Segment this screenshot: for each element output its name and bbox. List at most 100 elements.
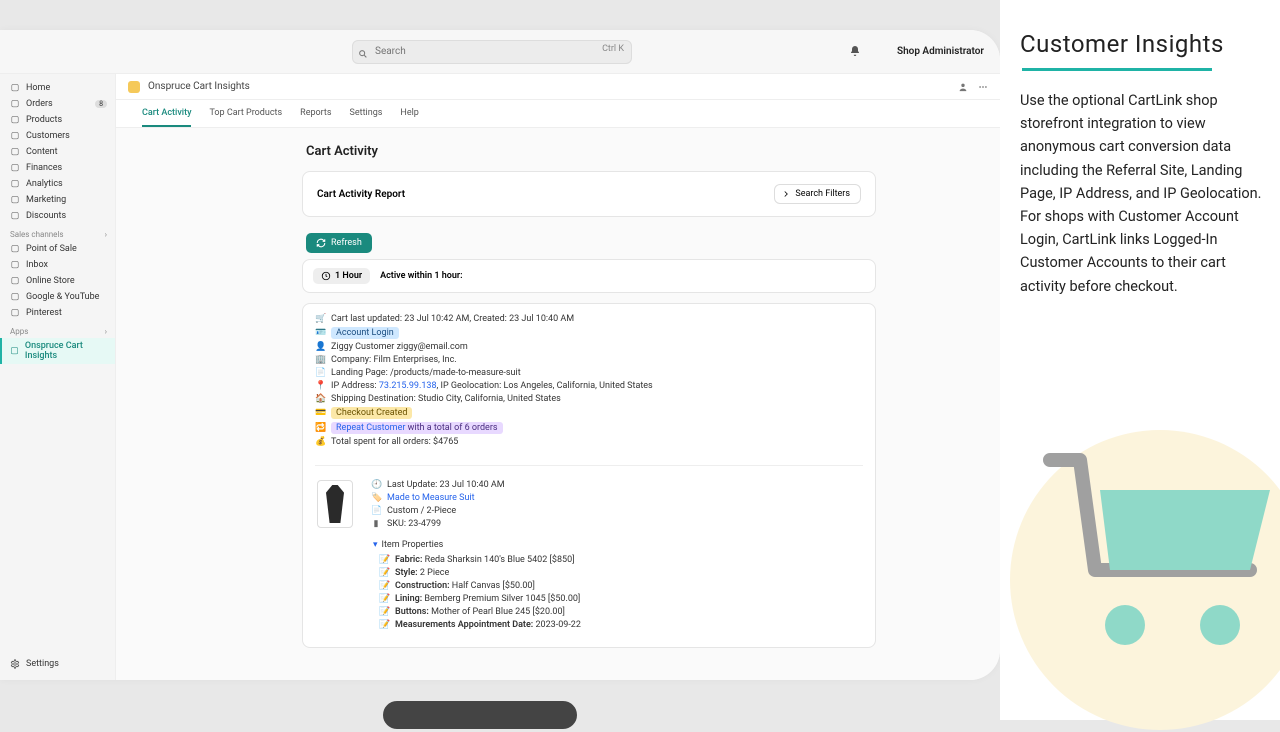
sidebar-item-label: Point of Sale	[26, 244, 77, 254]
pin-icon: 📍	[315, 381, 325, 391]
sidebar-item-label: Home	[26, 83, 50, 93]
item-properties: ▾ Item Properties 📝Fabric: Reda Sharksin…	[315, 540, 863, 630]
sidebar-item-label: Google & YouTube	[26, 292, 99, 302]
sidebar-item-content[interactable]: ▢ Content	[0, 144, 115, 160]
timeframe-pill[interactable]: 1 Hour	[313, 268, 370, 284]
sidebar-item-orders[interactable]: ▢Orders8	[0, 96, 115, 112]
sidebar-item-pinterest[interactable]: ▢ Pinterest	[0, 305, 115, 321]
more-icon[interactable]	[978, 77, 988, 96]
meta-company: 🏢Company: Film Enterprises, Inc.	[315, 355, 863, 365]
cart-icon: 🛒	[315, 314, 325, 324]
sidebar-item-label: Marketing	[26, 195, 66, 205]
sidebar-item-label: Onspruce Cart Insights	[25, 341, 107, 361]
meta-landing: 📄Landing Page: /products/made-to-measure…	[315, 368, 863, 378]
sidebar-channels-label: Sales channels›	[0, 224, 115, 241]
repeat-customer-link[interactable]: Repeat Customer	[336, 423, 405, 433]
sidebar-item-analytics[interactable]: ▢Analytics	[0, 176, 115, 192]
item-sku: ▮SKU: 23-4799	[371, 519, 505, 529]
note-icon: 📝	[379, 555, 389, 565]
item-link[interactable]: Made to Measure Suit	[387, 493, 475, 503]
building-icon: 🏢	[315, 355, 325, 365]
suit-icon	[326, 485, 344, 523]
sidebar-item-google-youtube[interactable]: ▢Google & YouTube	[0, 289, 115, 305]
property-row: 📝Lining: Bemberg Premium Silver 1045 [$5…	[379, 594, 863, 604]
item-box: 🕘Last Update: 23 Jul 10:40 AM 🏷️Made to …	[315, 465, 863, 532]
cart-detail-card: 🛒Cart last updated: 23 Jul 10:42 AM, Cre…	[302, 303, 876, 648]
meta-shipping: 🏠Shipping Destination: Studio City, Cali…	[315, 394, 863, 404]
tab-cart-activity[interactable]: Cart Activity	[142, 100, 191, 127]
sidebar-item-home[interactable]: ▢ Home	[0, 80, 115, 96]
sidebar-settings-label: Settings	[26, 659, 59, 669]
content-icon: ▢	[10, 147, 20, 157]
cart-illustration	[1010, 420, 1280, 700]
item-name: 🏷️Made to Measure Suit	[371, 493, 505, 503]
sidebar-item-discounts[interactable]: ▢Discounts	[0, 208, 115, 224]
home-icon: 🏠	[315, 394, 325, 404]
chevron-down-icon: ▾	[373, 540, 378, 550]
main-area: Onspruce Cart Insights Cart Activity Top …	[116, 74, 1000, 680]
sidebar-item-onspruce-cart-insights[interactable]: ▢Onspruce Cart Insights	[0, 338, 115, 364]
badge: 8	[95, 100, 107, 108]
pinterest-icon: ▢	[10, 308, 20, 318]
device-notch	[380, 698, 580, 732]
pos-icon: ▢	[10, 244, 20, 254]
tab-settings[interactable]: Settings	[350, 100, 383, 127]
search-wrap: Ctrl K	[352, 39, 632, 64]
ip-link[interactable]: 73.215.99.138	[379, 381, 437, 391]
meta-cart-updated: 🛒Cart last updated: 23 Jul 10:42 AM, Cre…	[315, 314, 863, 324]
refresh-row: Refresh	[302, 227, 876, 259]
marketing-icon: ▢	[10, 195, 20, 205]
tab-top-cart-products[interactable]: Top Cart Products	[209, 100, 282, 127]
search-filters-label: Search Filters	[795, 189, 850, 199]
app-frame: Ctrl K Shop Administrator ▢Home▢Orders8▢…	[0, 30, 1000, 680]
refresh-button[interactable]: Refresh	[306, 233, 372, 253]
sidebar-item-label: Discounts	[26, 211, 66, 221]
promo-body: Use the optional CartLink shop storefron…	[1020, 89, 1262, 298]
property-row: 📝Measurements Appointment Date: 2023-09-…	[379, 620, 863, 630]
report-title: Cart Activity Report	[317, 189, 405, 200]
sidebar-item-label: Products	[26, 115, 62, 125]
notifications-icon[interactable]	[849, 42, 861, 61]
tabs: Cart Activity Top Cart Products Reports Set…	[116, 100, 1000, 128]
home-icon: ▢	[10, 83, 20, 93]
property-row: 📝Style: 2 Piece	[379, 568, 863, 578]
sidebar-item-label: Content	[26, 147, 58, 157]
sidebar-item-finances[interactable]: ▢Finances	[0, 160, 115, 176]
admin-menu[interactable]: Shop Administrator	[897, 46, 984, 57]
app-logo-icon	[128, 81, 140, 93]
user-icon[interactable]	[958, 77, 968, 96]
card-icon: 💳	[315, 408, 325, 418]
note-icon: 📝	[379, 607, 389, 617]
sidebar-item-point-of-sale[interactable]: ▢ Point of Sale	[0, 241, 115, 257]
sidebar-item-online-store[interactable]: ▢ Online Store	[0, 273, 115, 289]
sidebar-item-label: Pinterest	[26, 308, 62, 318]
app-name: Onspruce Cart Insights	[148, 81, 250, 92]
sidebar-item-products[interactable]: ▢Products	[0, 112, 115, 128]
item-thumbnail[interactable]	[317, 480, 353, 528]
store-icon: ▢	[10, 276, 20, 286]
page-title: Cart Activity	[306, 144, 876, 159]
sidebar-item-customers[interactable]: ▢Customers	[0, 128, 115, 144]
sidebar-item-label: Online Store	[26, 276, 75, 286]
meta-repeat: 🔁Repeat Customer with a total of 6 order…	[315, 422, 863, 434]
property-row: 📝Construction: Half Canvas [$50.00]	[379, 581, 863, 591]
content: Cart Activity Cart Activity Report Searc…	[116, 128, 876, 648]
sidebar-item-marketing[interactable]: ▢ Marketing	[0, 192, 115, 208]
note-icon: 📝	[379, 568, 389, 578]
kbd-hint: Ctrl K	[602, 44, 624, 54]
app-header: Onspruce Cart Insights	[116, 74, 1000, 100]
tab-help[interactable]: Help	[400, 100, 418, 127]
sidebar-item-settings[interactable]: Settings	[0, 656, 115, 672]
sidebar-item-inbox[interactable]: ▢Inbox	[0, 257, 115, 273]
person-icon: 👤	[315, 342, 325, 352]
repeat-icon: 🔁	[315, 423, 325, 433]
note-icon: 📝	[379, 581, 389, 591]
item-properties-toggle[interactable]: ▾ Item Properties	[373, 540, 863, 550]
tab-reports[interactable]: Reports	[300, 100, 331, 127]
search-input[interactable]	[352, 40, 632, 64]
property-row: 📝Fabric: Reda Sharksin 140's Blue 5402 […	[379, 555, 863, 565]
search-filters-button[interactable]: Search Filters	[774, 184, 861, 204]
note-icon: 📝	[379, 620, 389, 630]
doc-icon: 📄	[371, 506, 381, 516]
meta-customer: 👤Ziggy Customer ziggy@email.com	[315, 342, 863, 352]
